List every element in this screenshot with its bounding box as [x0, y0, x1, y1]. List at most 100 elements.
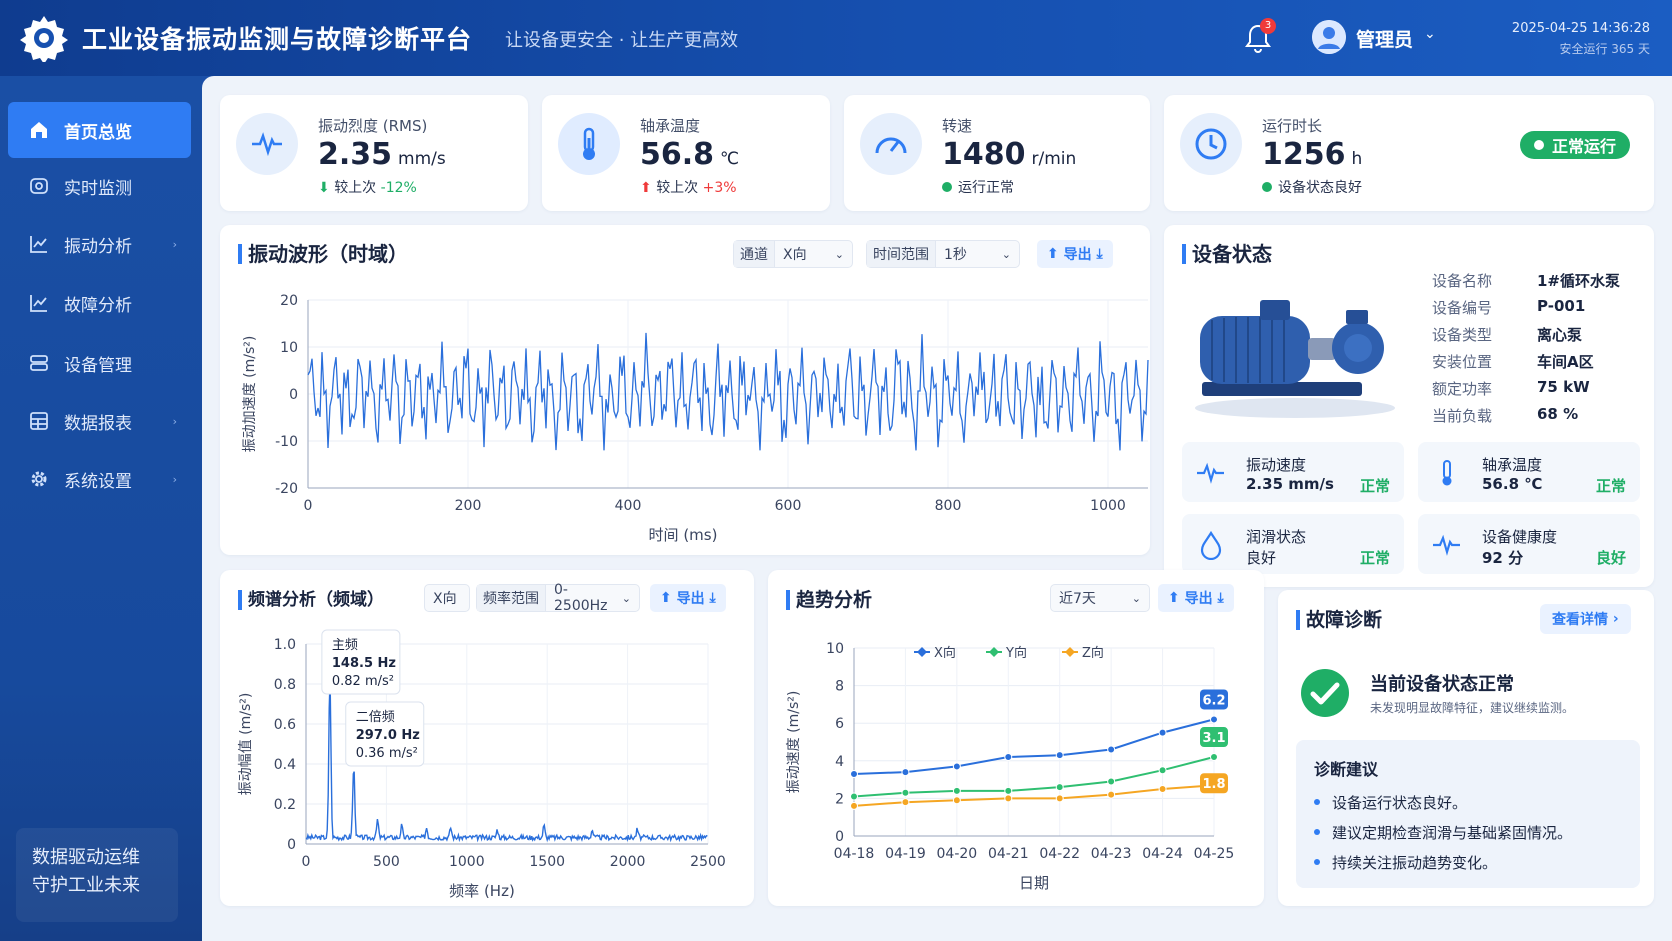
data-point [1107, 745, 1116, 754]
sidebar-footer-line1: 数据驱动运维 [32, 847, 140, 868]
channel-select[interactable]: 通道 X向 ⌄ [733, 240, 853, 268]
annotation-amplitude: 0.36 m/s² [356, 746, 418, 761]
stat-value: 1480 r/min [942, 137, 1077, 172]
y-axis-label: 振动加速度 (m/s²) [242, 336, 258, 453]
annotation-amplitude: 0.82 m/s² [332, 674, 394, 689]
end-value-badge: 1.8 [1200, 773, 1228, 794]
spectrum-channel-select[interactable]: X向 [424, 584, 470, 612]
sidebar-item-fault[interactable]: 故障分析 [8, 275, 191, 331]
x-tick-label: 200 [455, 498, 482, 514]
chevron-down-icon: ⌄ [621, 591, 631, 605]
sidebar-item-label: 数据报表 [64, 413, 132, 434]
x-tick-label: 04-24 [1142, 846, 1183, 862]
x-tick-label: 400 [615, 498, 642, 514]
current-datetime: 2025-04-25 14:36:28 [1511, 21, 1650, 36]
suggestions-box: 诊断建议 设备运行状态良好。 建议定期检查润滑与基础紧固情况。 持续关注振动趋势… [1296, 740, 1640, 888]
monitor-icon [28, 175, 50, 197]
export-button[interactable]: ⬆ 导出 ⤓ [1037, 240, 1113, 268]
sidebar-item-label: 首页总览 [64, 122, 132, 143]
time-range-select[interactable]: 时间范围 1秒 ⌄ [866, 240, 1020, 268]
x-tick-label: 800 [935, 498, 962, 514]
stat-label: 转速 [942, 117, 973, 135]
data-point [1004, 794, 1013, 803]
peak-annotation: 二倍频 297.0 Hz 0.36 m/s² [345, 701, 425, 767]
y-tick-label: 20 [280, 293, 298, 309]
sidebar-item-label: 设备管理 [64, 355, 132, 376]
status-text: 良好 [1595, 549, 1626, 567]
user-avatar[interactable] [1312, 20, 1346, 54]
export-icon: ⬆ [1047, 246, 1059, 262]
data-point [901, 768, 910, 777]
export-icon: ⬆ [1168, 590, 1180, 606]
frequency-range-select[interactable]: 频率范围 0-2500Hz ⌄ [476, 582, 640, 614]
y-tick-label: -20 [275, 481, 298, 497]
y-tick-label: 8 [835, 679, 844, 695]
y-tick-label: 0.4 [274, 757, 296, 773]
y-tick-label: 4 [835, 754, 844, 770]
sidebar-item-equipment[interactable]: 设备管理 [8, 335, 191, 391]
spectrum-export-button[interactable]: ⬆ 导出 ⤓ [650, 584, 726, 612]
stat-trend: ⬆ 较上次 +3% [640, 180, 737, 196]
uptime-text: 安全运行 365 天 [1559, 42, 1650, 56]
y-axis-label: 振动速度 (m/s²) [786, 691, 802, 794]
legend-item: Z向 [1062, 645, 1104, 661]
sidebar-item-home[interactable]: 首页总览 [8, 102, 191, 158]
waveform-chart: -20-10010200 200 400 600 800 1000时间 (ms)振动加速度… [242, 293, 1149, 544]
x-tick-label: 2500 [690, 854, 726, 870]
legend-label: Z向 [1082, 645, 1104, 661]
end-value-label: 1.8 [1202, 777, 1225, 792]
data-point [850, 801, 858, 810]
sidebar-item-label: 振动分析 [64, 236, 132, 257]
data-point [1004, 786, 1013, 795]
stat-card-rms: 振动烈度 (RMS) 2.35 mm/s ⬇ 较上次 -12% [220, 95, 528, 211]
stat-status: 运行正常 [942, 177, 1014, 197]
spectrum-chart: 0 0.2 0.4 0.6 0.8 1.0 0 500 1000 1500 2000 2500 频率 (… [238, 629, 726, 900]
data-point [1055, 783, 1064, 792]
data-point [1055, 794, 1064, 803]
user-name[interactable]: 管理员 [1356, 25, 1413, 52]
pulse-icon [1197, 462, 1224, 484]
end-value-label: 6.2 [1202, 693, 1225, 708]
status-text: 正常 [1359, 477, 1390, 495]
series-line [853, 718, 1215, 775]
sidebar-item-realtime[interactable]: 实时监测 [8, 158, 191, 214]
status-text: 正常 [1595, 477, 1626, 495]
data-point [850, 792, 858, 801]
x-axis-label: 时间 (ms) [649, 526, 718, 544]
y-tick-label: 0 [287, 837, 296, 853]
data-point [1210, 753, 1218, 762]
diagnosis-status-title: 当前设备状态正常 [1370, 674, 1514, 695]
sidebar-item-vibration[interactable]: 振动分析 › [8, 216, 191, 272]
suggestion-item: 建议定期检查润滑与基础紧固情况。 [1314, 822, 1572, 843]
sidebar-item-reports[interactable]: 数据报表 › [8, 393, 191, 449]
y-tick-label: 0 [289, 387, 298, 403]
status-text: 正常 [1359, 549, 1390, 567]
legend-label: Y向 [1005, 645, 1027, 661]
pulse-icon [236, 113, 298, 175]
view-details-button[interactable]: 查看详情 › [1540, 604, 1631, 634]
chevron-right-icon: › [172, 237, 177, 251]
pulse-icon [1433, 534, 1460, 556]
notification-badge: 3 [1260, 18, 1276, 34]
data-point [901, 788, 910, 797]
stat-label: 运行时长 [1262, 117, 1323, 135]
trend-export-button[interactable]: ⬆ 导出 ⤓ [1158, 584, 1234, 612]
data-point [1210, 715, 1218, 724]
data-point [1158, 785, 1167, 793]
trend-range-select[interactable]: 近7天 ⌄ [1050, 584, 1150, 612]
chevron-down-icon: ⌄ [834, 247, 844, 261]
metric-tile-temperature: 轴承温度 56.8 ℃ 正常 [1418, 442, 1640, 502]
data-point [1107, 777, 1116, 786]
line-chart-icon [28, 233, 50, 255]
app-title: 工业设备振动监测与故障诊断平台 [82, 25, 473, 54]
end-value-badge: 6.2 [1200, 689, 1228, 710]
y-tick-label: 1.0 [274, 637, 296, 653]
chevron-down-icon: ⌄ [1001, 247, 1011, 261]
chevron-down-icon[interactable]: ⌄ [1424, 26, 1436, 42]
x-tick-label: 04-25 [1194, 846, 1235, 862]
x-tick-label: 04-23 [1091, 846, 1132, 862]
export-icon: ⬆ [660, 590, 672, 606]
stat-value: 2.35 mm/s [318, 137, 446, 172]
sidebar-item-settings[interactable]: 系统设置 › [8, 451, 191, 507]
sidebar-item-label: 系统设置 [64, 471, 132, 492]
